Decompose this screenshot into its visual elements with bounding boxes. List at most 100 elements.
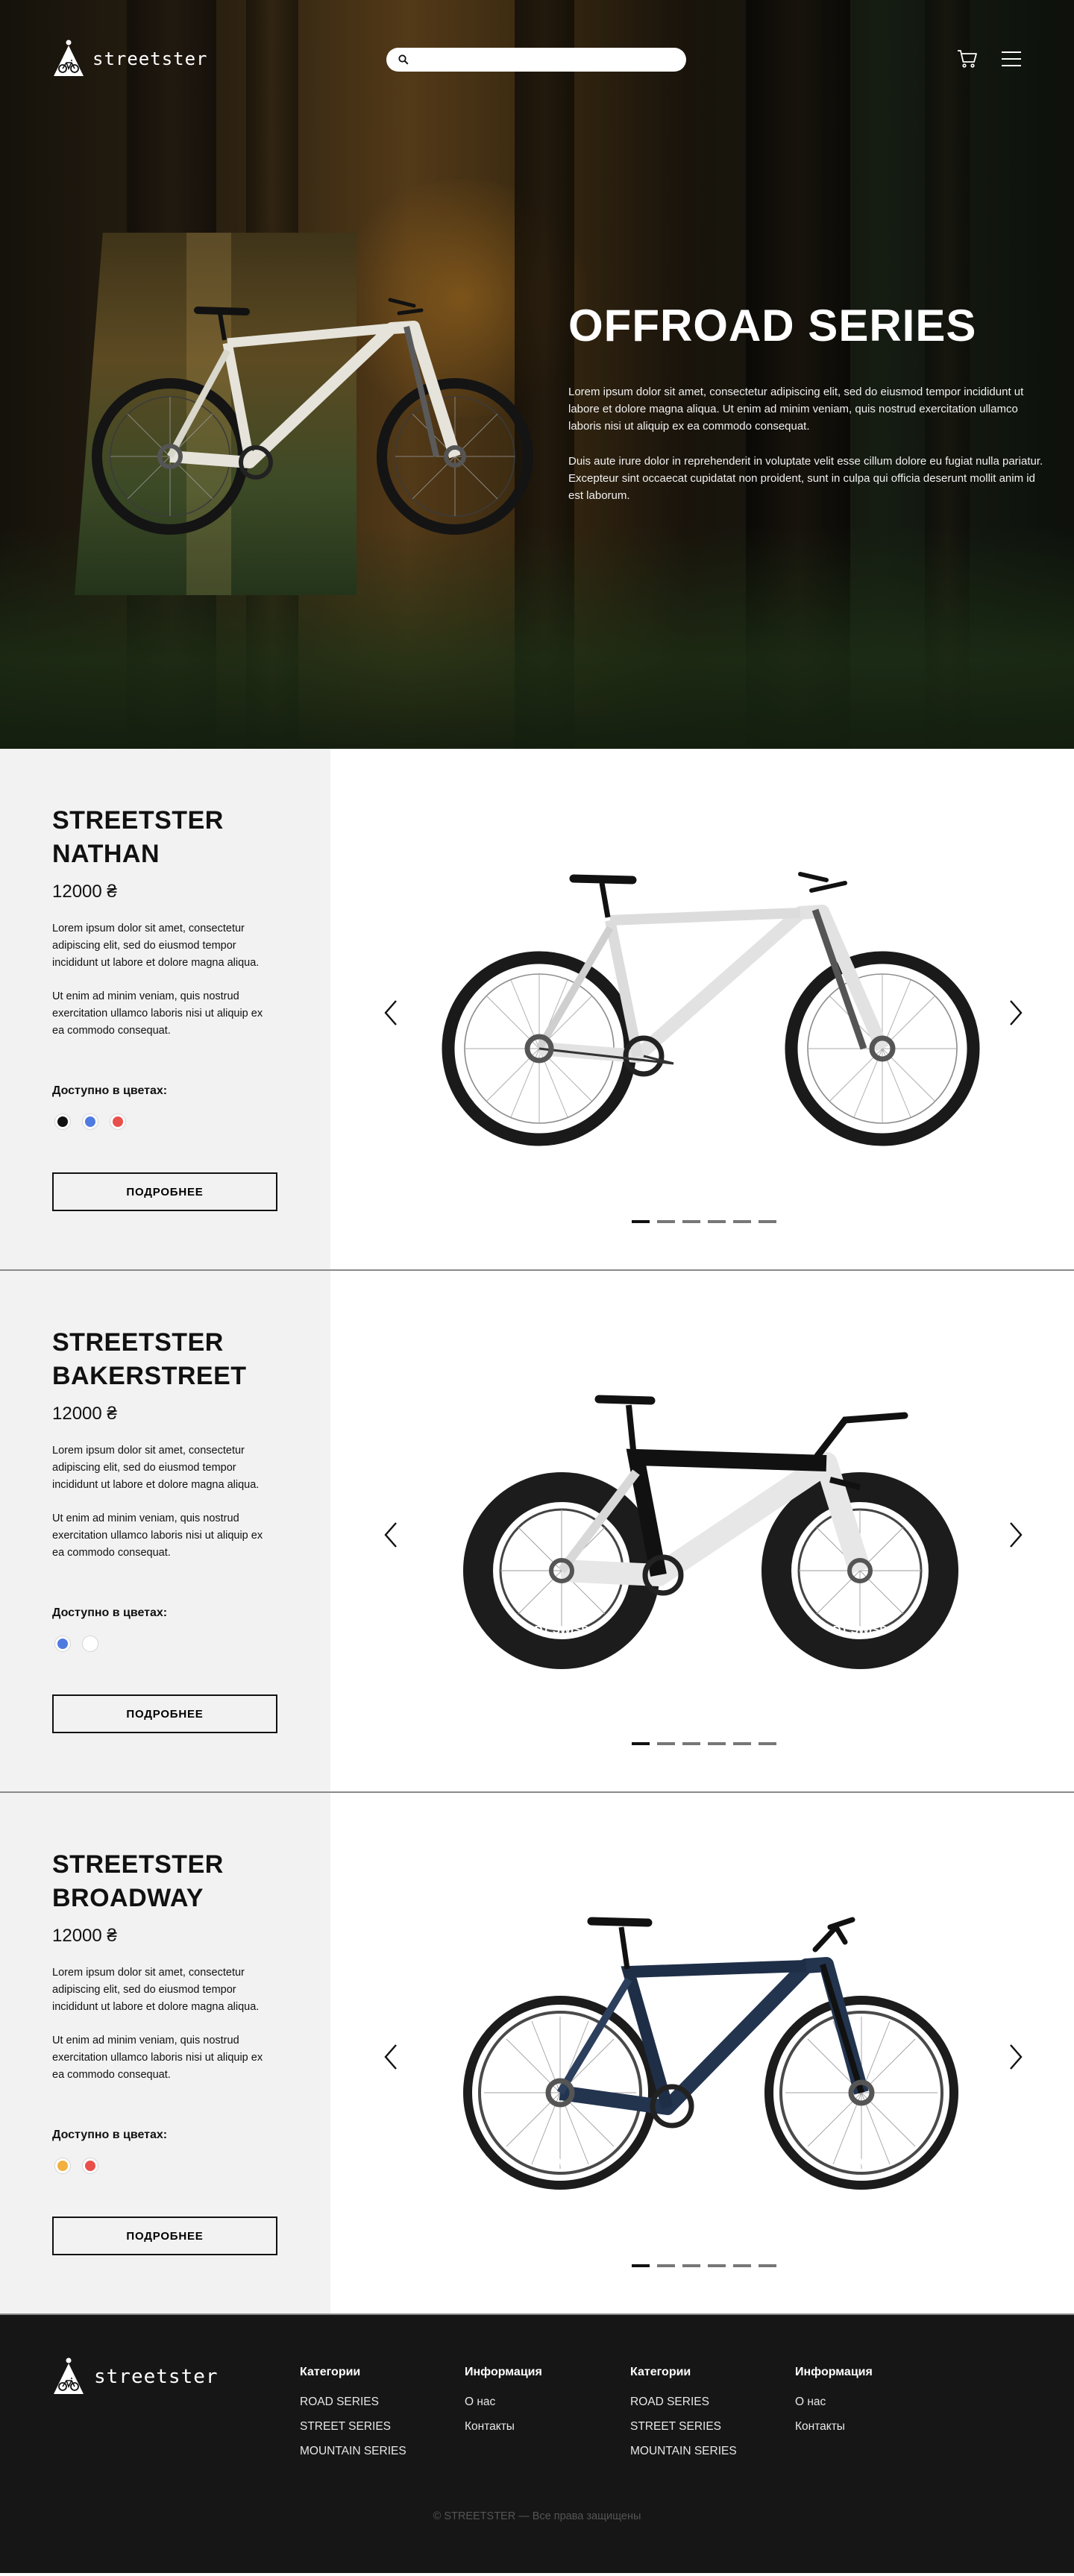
slider-dot[interactable]	[682, 1220, 700, 1223]
color-swatch[interactable]	[55, 1636, 70, 1651]
logo-text: streetster	[92, 48, 208, 69]
chevron-left-icon[interactable]	[381, 998, 401, 1028]
slider-dot[interactable]	[759, 1220, 776, 1223]
slider-dot[interactable]	[657, 2264, 675, 2267]
color-swatch[interactable]	[83, 1636, 98, 1651]
site-logo[interactable]: streetster	[52, 39, 208, 79]
footer-column-info: Информация О нас Контакты	[465, 2366, 542, 2439]
slider-dot[interactable]	[708, 1220, 726, 1223]
product-description: Ut enim ad minim veniam, quis nostrud ex…	[52, 990, 263, 1037]
footer-link-contacts[interactable]: Контакты	[465, 2414, 542, 2439]
slider-dot[interactable]	[632, 2264, 650, 2267]
chevron-left-icon[interactable]	[381, 2042, 401, 2072]
hero-text-block: OFFROAD SERIES Lorem ipsum dolor sit ame…	[568, 301, 1046, 522]
footer-link-mountain-series[interactable]: MOUNTAIN SERIES	[300, 2439, 406, 2463]
footer-link-mountain-series[interactable]: MOUNTAIN SERIES	[630, 2439, 737, 2463]
footer-column-info: Информация О нас Контакты	[795, 2366, 873, 2439]
chevron-right-icon[interactable]	[1006, 1520, 1026, 1550]
footer-link-about[interactable]: О нас	[795, 2390, 873, 2414]
footer-logo[interactable]: streetster	[52, 2357, 219, 2397]
details-button[interactable]: ПОДРОБНЕЕ	[52, 1694, 277, 1733]
slider-dot[interactable]	[682, 1742, 700, 1745]
slider-dot[interactable]	[657, 1742, 675, 1745]
wheel-brand-label: DT SWISS	[535, 2156, 585, 2168]
slider-dot[interactable]	[657, 1220, 675, 1223]
cart-icon[interactable]	[956, 48, 979, 70]
product-description: Ut enim ad minim veniam, quis nostrud ex…	[52, 1512, 263, 1559]
color-swatch[interactable]	[83, 1114, 98, 1129]
bicycle-logo-icon	[54, 2357, 84, 2394]
available-colors-label: Доступно в цветах:	[52, 1084, 168, 1097]
product-title: STREETSTER NATHAN	[52, 806, 224, 868]
color-swatches	[55, 2158, 330, 2173]
product-slider: DT SWISS DT SWISS	[330, 1271, 1074, 1791]
footer-link-road-series[interactable]: ROAD SERIES	[630, 2390, 737, 2414]
footer-column-title: Информация	[465, 2366, 542, 2378]
color-swatches	[55, 1114, 330, 1129]
slider-dot[interactable]	[759, 1742, 776, 1745]
footer-link-street-series[interactable]: STREET SERIES	[630, 2414, 737, 2439]
search-input[interactable]	[415, 54, 668, 66]
product-price: 12000 ₴	[52, 1404, 117, 1424]
product-price: 12000 ₴	[52, 1926, 117, 1946]
product-slider	[330, 749, 1074, 1269]
slider-dot[interactable]	[632, 1220, 650, 1223]
product-info-panel: STREETSTER BAKERSTREET 12000 ₴ Lorem ips…	[0, 1271, 330, 1791]
site-footer: streetster Категории ROAD SERIES STREET …	[0, 2315, 1074, 2573]
bicycle-logo-icon	[54, 40, 84, 76]
slider-dot[interactable]	[759, 2264, 776, 2267]
color-swatch[interactable]	[55, 2158, 70, 2173]
details-button[interactable]: ПОДРОБНЕЕ	[52, 1172, 277, 1211]
slider-pagination	[632, 2264, 776, 2267]
chevron-right-icon[interactable]	[1006, 998, 1026, 1028]
chevron-left-icon[interactable]	[381, 1520, 401, 1550]
footer-column-categories: Категории ROAD SERIES STREET SERIES MOUN…	[630, 2366, 737, 2463]
color-swatch[interactable]	[110, 1114, 125, 1129]
slider-dot[interactable]	[682, 2264, 700, 2267]
product-price: 12000 ₴	[52, 882, 117, 902]
hamburger-menu-icon[interactable]	[1001, 49, 1022, 69]
product-description: Lorem ipsum dolor sit amet, consectetur …	[52, 923, 260, 969]
slider-dot[interactable]	[708, 2264, 726, 2267]
slider-dot[interactable]	[733, 1220, 751, 1223]
copyright-text: © STREETSTER — Все права защищены	[433, 2510, 641, 2522]
product-title: STREETSTER BROADWAY	[52, 1850, 224, 1912]
hero-paragraph: Duis aute irure dolor in reprehenderit i…	[568, 455, 1043, 502]
search-icon	[398, 54, 409, 65]
footer-link-road-series[interactable]: ROAD SERIES	[300, 2390, 406, 2414]
product-info-panel: STREETSTER BROADWAY 12000 ₴ Lorem ipsum …	[0, 1793, 330, 2313]
product-description: Lorem ipsum dolor sit amet, consectetur …	[52, 1445, 260, 1491]
product-slider: DT SWISS DT SWISS	[330, 1793, 1074, 2313]
footer-link-contacts[interactable]: Контакты	[795, 2414, 873, 2439]
footer-link-street-series[interactable]: STREET SERIES	[300, 2414, 406, 2439]
slider-dot[interactable]	[708, 1742, 726, 1745]
footer-column-title: Информация	[795, 2366, 873, 2378]
color-swatches	[55, 1636, 330, 1651]
product-description: Lorem ipsum dolor sit amet, consectetur …	[52, 1967, 260, 2013]
chevron-right-icon[interactable]	[1006, 2042, 1026, 2072]
available-colors-label: Доступно в цветах:	[52, 1606, 168, 1619]
footer-column-title: Категории	[300, 2366, 361, 2378]
product-bike-image	[442, 872, 980, 1146]
slider-dot[interactable]	[733, 2264, 751, 2267]
hero-paragraph: Lorem ipsum dolor sit amet, consectetur …	[568, 386, 1024, 433]
footer-column-categories: Категории ROAD SERIES STREET SERIES MOUN…	[300, 2366, 406, 2463]
slider-dot[interactable]	[632, 1742, 650, 1745]
hero-bike-image	[92, 298, 533, 535]
wheel-brand-label: DT SWISS	[836, 2156, 887, 2168]
product-card: STREETSTER NATHAN 12000 ₴ Lorem ipsum do…	[0, 749, 1074, 1271]
details-button[interactable]: ПОДРОБНЕЕ	[52, 2217, 277, 2255]
search-bar[interactable]	[386, 48, 686, 72]
site-header: streetster	[0, 0, 1074, 119]
footer-link-about[interactable]: О нас	[465, 2390, 542, 2414]
slider-dot[interactable]	[733, 1742, 751, 1745]
product-card: STREETSTER BAKERSTREET 12000 ₴ Lorem ips…	[0, 1271, 1074, 1793]
product-bike-image: DT SWISS DT SWISS	[463, 1917, 958, 2190]
hero-title: OFFROAD SERIES	[568, 301, 977, 351]
footer-column-title: Категории	[630, 2366, 691, 2378]
product-info-panel: STREETSTER NATHAN 12000 ₴ Lorem ipsum do…	[0, 749, 330, 1269]
color-swatch[interactable]	[83, 2158, 98, 2173]
product-description: Ut enim ad minim veniam, quis nostrud ex…	[52, 2035, 263, 2081]
color-swatch[interactable]	[55, 1114, 70, 1129]
available-colors-label: Доступно в цветах:	[52, 2129, 168, 2141]
